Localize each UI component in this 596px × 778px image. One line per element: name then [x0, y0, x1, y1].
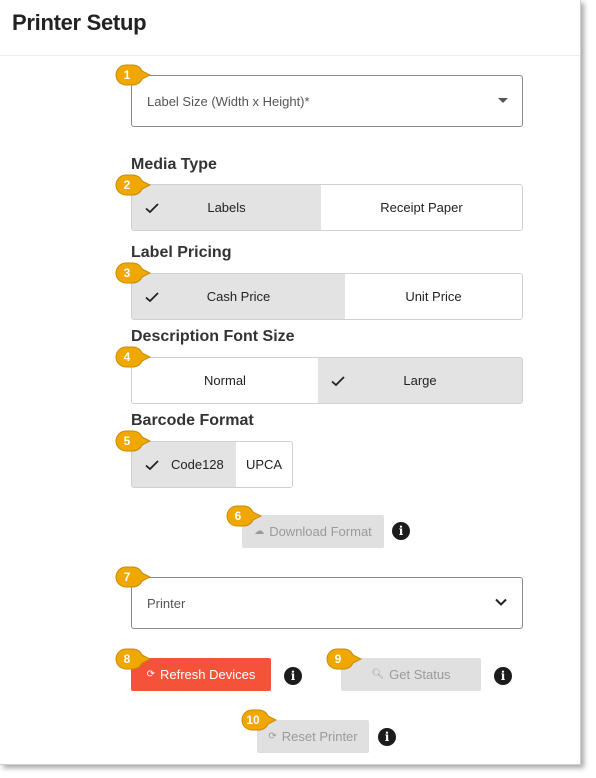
label-pricing-option-unit-price[interactable]: Unit Price: [345, 274, 522, 319]
option-label: Labels: [207, 200, 246, 215]
chevron-down-icon: [495, 598, 507, 606]
font-size-option-large[interactable]: Large: [318, 358, 522, 403]
callout-2: 2: [113, 172, 151, 198]
callout-1: 1: [113, 62, 151, 88]
barcode-format-toggle: Code128 UPCA: [131, 441, 293, 488]
font-size-option-normal[interactable]: Normal: [132, 358, 318, 403]
page-title: Printer Setup: [12, 10, 147, 35]
caret-down-icon: [498, 98, 508, 103]
callout-number: 5: [123, 434, 131, 448]
option-label: Receipt Paper: [380, 200, 463, 215]
button-label: Download Format: [269, 524, 372, 539]
button-label: Refresh Devices: [160, 667, 256, 682]
option-label: UPCA: [245, 457, 283, 472]
media-type-toggle: Labels Receipt Paper: [131, 184, 523, 231]
callout-number: 7: [123, 570, 131, 584]
printer-select[interactable]: Printer: [131, 577, 523, 629]
refresh-devices-info-icon[interactable]: i: [284, 667, 302, 685]
callout-number: 3: [123, 266, 131, 280]
callout-6: 6: [224, 503, 262, 529]
callout-5: 5: [113, 428, 151, 454]
page-header: Printer Setup: [0, 0, 580, 56]
description-font-size-toggle: Normal Large: [131, 357, 523, 404]
search-icon: 🔍︎: [371, 669, 385, 680]
check-icon: [145, 202, 159, 213]
callout-number: 8: [123, 652, 131, 666]
printer-placeholder: Printer: [147, 596, 186, 611]
callout-10: 10: [239, 707, 277, 733]
callout-number: 2: [123, 178, 131, 192]
check-icon: [145, 291, 159, 302]
callout-number: 9: [334, 652, 342, 666]
check-icon: [145, 459, 159, 470]
media-type-option-receipt-paper[interactable]: Receipt Paper: [321, 185, 522, 230]
label-pricing-option-cash-price[interactable]: Cash Price: [132, 274, 345, 319]
download-format-button[interactable]: ☁ Download Format: [242, 515, 384, 548]
option-label: Normal: [204, 373, 246, 388]
callout-number: 6: [234, 509, 242, 523]
option-label: Unit Price: [405, 289, 462, 304]
option-label: Cash Price: [206, 289, 271, 304]
reset-printer-info-icon[interactable]: i: [378, 728, 396, 746]
printer-setup-panel: Printer Setup Label Size (Width x Height…: [0, 0, 581, 765]
label-size-select[interactable]: Label Size (Width x Height)*: [131, 75, 523, 127]
callout-8: 8: [113, 646, 151, 672]
label-size-placeholder: Label Size (Width x Height)*: [147, 94, 310, 109]
callout-3: 3: [113, 260, 151, 286]
callout-4: 4: [113, 344, 151, 370]
callout-number: 4: [123, 350, 131, 364]
get-status-button[interactable]: 🔍︎ Get Status: [341, 658, 481, 691]
label-pricing-toggle: Cash Price Unit Price: [131, 273, 523, 320]
refresh-devices-button[interactable]: ⟳ Refresh Devices: [131, 658, 271, 691]
option-label: Large: [403, 373, 437, 388]
callout-number: 10: [246, 713, 260, 727]
description-font-size-label: Description Font Size: [131, 328, 295, 345]
option-label: Code128: [171, 457, 224, 472]
callout-9: 9: [324, 646, 362, 672]
callout-7: 7: [113, 564, 151, 590]
download-format-info-icon[interactable]: i: [392, 522, 410, 540]
get-status-info-icon[interactable]: i: [494, 667, 512, 685]
barcode-option-upca[interactable]: UPCA: [236, 442, 292, 487]
button-label: Reset Printer: [281, 729, 358, 744]
callout-number: 1: [123, 68, 131, 82]
button-label: Get Status: [389, 667, 451, 682]
media-type-option-labels[interactable]: Labels: [132, 185, 321, 230]
check-icon: [331, 375, 345, 386]
